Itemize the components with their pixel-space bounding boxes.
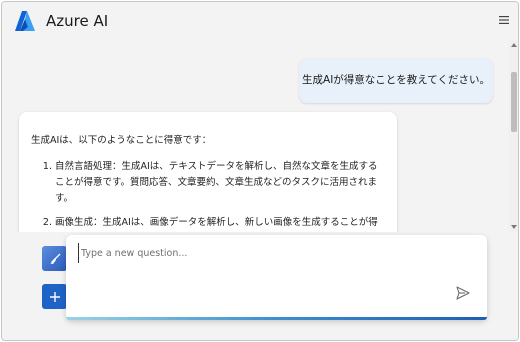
- scroll-thumb[interactable]: [511, 72, 517, 132]
- scroll-up-icon[interactable]: [511, 43, 517, 47]
- plus-icon: [49, 291, 60, 302]
- app-header: Azure AI: [2, 2, 518, 40]
- scroll-down-icon[interactable]: [511, 225, 517, 229]
- app-window: Azure AI 生成AIが得意なことを教えてください。 生成AIは、以下のよう…: [1, 1, 519, 341]
- user-message: 生成AIが得意なことを教えてください。: [299, 58, 493, 103]
- scrollbar[interactable]: [509, 40, 518, 232]
- answer-item: 画像生成：生成AIは、画像データを解析し、新しい画像を生成することが得意です。例…: [55, 215, 385, 232]
- answer-item: 自然言語処理：生成AIは、テキストデータを解析し、自然な文章を生成することが得意…: [55, 159, 385, 207]
- send-icon[interactable]: [455, 285, 471, 301]
- clear-chat-button[interactable]: [42, 246, 67, 271]
- message-list: 生成AIが得意なことを教えてください。 生成AIは、以下のようなことに得意です：…: [7, 40, 509, 232]
- azure-logo-icon: [15, 11, 35, 31]
- assistant-message: 生成AIは、以下のようなことに得意です： 自然言語処理：生成AIは、テキストデー…: [19, 112, 397, 232]
- composer-accent-bar: [66, 317, 487, 320]
- new-chat-button[interactable]: [42, 284, 67, 309]
- app-title: Azure AI: [46, 12, 109, 30]
- answer-intro: 生成AIは、以下のようなことに得意です：: [31, 135, 212, 146]
- question-input[interactable]: [78, 243, 448, 263]
- hamburger-menu-icon[interactable]: [498, 14, 510, 26]
- answer-list: 自然言語処理：生成AIは、テキストデータを解析し、自然な文章を生成することが得意…: [31, 159, 385, 232]
- question-composer: [66, 235, 487, 320]
- chat-panel: 生成AIが得意なことを教えてください。 生成AIは、以下のようなことに得意です：…: [7, 40, 518, 340]
- broom-icon: [49, 253, 60, 264]
